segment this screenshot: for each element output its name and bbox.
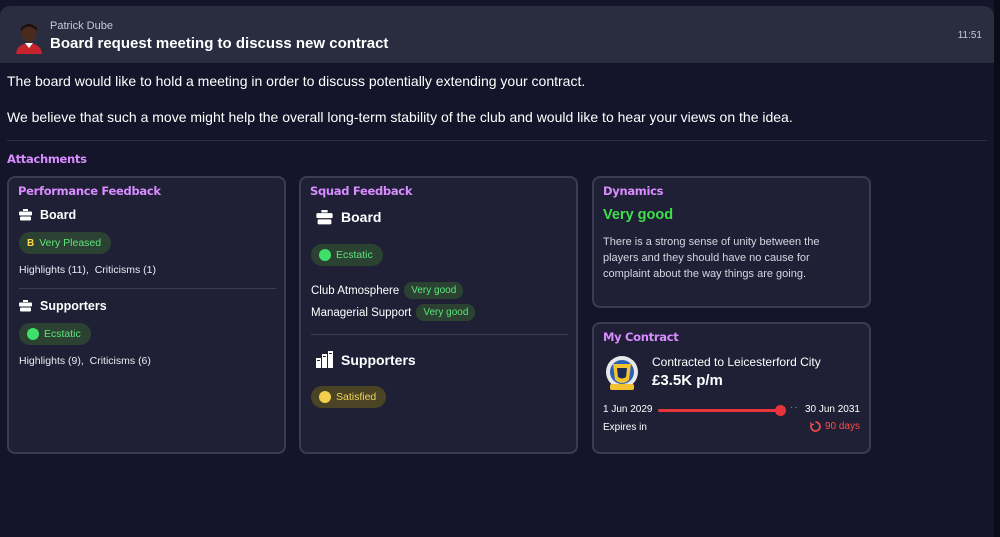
performance-supporters-summary[interactable]: Highlights (9), Criticisms (6) bbox=[19, 355, 151, 367]
contract-wage: £3.5K p/m bbox=[652, 372, 723, 389]
supporters-criticisms-label: Criticisms bbox=[89, 355, 136, 367]
squad-divider bbox=[311, 334, 568, 335]
dynamics-rating: Very good bbox=[603, 207, 674, 223]
contract-club-label: Contracted to Leicesterford City bbox=[652, 355, 821, 369]
my-contract-title: My Contract bbox=[603, 330, 679, 344]
performance-board-status-label: Very Pleased bbox=[39, 237, 102, 249]
message-time: 11:51 bbox=[957, 30, 982, 41]
squad-board-status-label: Ecstatic bbox=[336, 249, 373, 261]
club-atmosphere-label: Club Atmosphere bbox=[311, 284, 400, 297]
ecstatic-face-icon bbox=[319, 249, 331, 261]
board-icon bbox=[316, 209, 333, 224]
club-atmosphere-row: Club Atmosphere Very good bbox=[311, 282, 464, 299]
satisfied-face-icon bbox=[319, 391, 331, 403]
board-highlights-count: (11) bbox=[68, 264, 86, 276]
squad-supporters-status-label: Satisfied bbox=[336, 391, 377, 403]
supporters-highlights-label: Highlights bbox=[19, 355, 66, 367]
message-subject: Board request meeting to discuss new con… bbox=[50, 35, 389, 52]
performance-board-label: Board bbox=[40, 208, 77, 222]
supporters-icon bbox=[316, 351, 333, 368]
squad-board-status: Ecstatic bbox=[311, 244, 383, 266]
contract-days-remaining: 90 days bbox=[824, 421, 860, 432]
sender-name: Patrick Dube bbox=[50, 20, 113, 32]
message-paragraph-2: We believe that such a move might help t… bbox=[7, 109, 793, 125]
contract-expires-value: 90 days bbox=[809, 421, 860, 432]
ecstatic-face-icon bbox=[27, 328, 39, 340]
managerial-support-row: Managerial Support Very good bbox=[311, 304, 476, 321]
board-highlights-label: Highlights bbox=[19, 264, 66, 276]
performance-board-grade: B bbox=[27, 237, 35, 249]
board-criticisms-label: Criticisms bbox=[94, 264, 141, 276]
club-crest-icon bbox=[604, 354, 640, 394]
supporters-icon bbox=[19, 300, 32, 312]
contract-progress-track bbox=[658, 409, 782, 412]
performance-supporters-heading: Supporters bbox=[19, 299, 107, 313]
dynamics-description: There is a strong sense of unity between… bbox=[603, 236, 820, 280]
dynamics-card[interactable]: Dynamics Very good There is a strong sen… bbox=[592, 176, 871, 308]
performance-board-status: B Very Pleased bbox=[19, 232, 112, 254]
performance-board-heading: Board bbox=[19, 208, 76, 222]
contract-progress-dots: ·· bbox=[790, 402, 799, 413]
supporters-highlights-count: (9) bbox=[68, 355, 81, 367]
performance-supporters-label: Supporters bbox=[40, 299, 107, 313]
board-criticisms-count: (1) bbox=[143, 264, 156, 276]
contract-end-date: 30 Jun 2031 bbox=[804, 404, 860, 415]
performance-board-summary[interactable]: Highlights (11), Criticisms (1) bbox=[19, 264, 156, 276]
supporters-criticisms-count: (6) bbox=[138, 355, 151, 367]
performance-supporters-status-label: Ecstatic bbox=[44, 328, 81, 340]
squad-board-heading: Board bbox=[316, 209, 381, 225]
contract-progress-knob bbox=[775, 405, 786, 416]
window-edge bbox=[994, 0, 1000, 537]
countdown-icon bbox=[809, 421, 821, 432]
dynamics-title: Dynamics bbox=[603, 184, 664, 198]
contract-start-date: 1 Jun 2029 bbox=[603, 404, 653, 415]
message-header: Patrick Dube Board request meeting to di… bbox=[0, 6, 994, 63]
managerial-support-label: Managerial Support bbox=[311, 306, 412, 319]
squad-feedback-card[interactable]: Squad Feedback Board Ecstatic Club Atmos… bbox=[299, 176, 578, 454]
squad-supporters-label: Supporters bbox=[341, 351, 416, 368]
sender-avatar[interactable] bbox=[14, 20, 44, 54]
contract-expires-label: Expires in bbox=[603, 422, 647, 433]
squad-board-label: Board bbox=[341, 209, 382, 225]
managerial-support-value: Very good bbox=[416, 304, 476, 321]
performance-supporters-status: Ecstatic bbox=[19, 323, 91, 345]
squad-supporters-heading: Supporters bbox=[316, 351, 416, 368]
squad-supporters-status: Satisfied bbox=[311, 386, 387, 408]
board-icon bbox=[19, 209, 32, 221]
club-atmosphere-value: Very good bbox=[404, 282, 464, 299]
section-divider bbox=[7, 140, 987, 141]
my-contract-card[interactable]: My Contract Contracted to Leicesterford … bbox=[592, 322, 871, 454]
message-paragraph-1: The board would like to hold a meeting i… bbox=[7, 73, 586, 89]
performance-divider bbox=[19, 288, 276, 289]
attachments-title: Attachments bbox=[7, 152, 87, 166]
performance-feedback-title: Performance Feedback bbox=[18, 184, 161, 198]
squad-feedback-title: Squad Feedback bbox=[310, 184, 413, 198]
performance-feedback-card[interactable]: Performance Feedback Board B Very Please… bbox=[7, 176, 286, 454]
